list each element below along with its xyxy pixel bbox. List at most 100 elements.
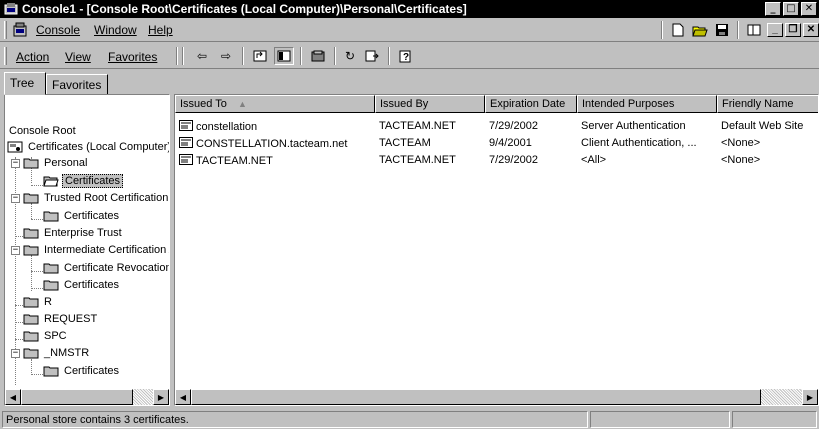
column-issued-by[interactable]: Issued By bbox=[375, 95, 485, 113]
mdi-minimize-button[interactable]: _ bbox=[767, 23, 783, 37]
scroll-left-icon[interactable]: ◀ bbox=[175, 389, 191, 405]
tree-item-r[interactable]: R bbox=[23, 294, 54, 310]
certificate-list-pane[interactable]: Issued To ▲ Issued By Expiration Date In… bbox=[174, 94, 819, 406]
status-bar: Personal store contains 3 certificates. bbox=[0, 409, 819, 429]
menu-favorites-label: Favorites bbox=[108, 50, 158, 64]
open-folder-icon[interactable] bbox=[689, 20, 711, 40]
scroll-right-icon[interactable]: ▶ bbox=[153, 389, 169, 405]
column-label: Issued To bbox=[180, 98, 227, 110]
back-icon[interactable]: ⇦ bbox=[192, 47, 212, 65]
title-bar: Console1 - [Console Root\Certificates (L… bbox=[0, 0, 819, 18]
expiration-cell: 7/29/2002 bbox=[489, 154, 538, 166]
column-issued-to[interactable]: Issued To ▲ bbox=[175, 95, 375, 113]
tree-line bbox=[31, 359, 32, 373]
tree-item-intermediate[interactable]: Intermediate Certification Authorities bbox=[23, 242, 169, 258]
tab-tree-label: Tree bbox=[10, 76, 35, 90]
menu-action[interactable]: Action bbox=[16, 50, 49, 64]
separator bbox=[182, 47, 184, 65]
folder-icon bbox=[23, 314, 39, 325]
tree-item-spc[interactable]: SPC bbox=[23, 328, 69, 344]
column-label: Intended Purposes bbox=[582, 98, 675, 110]
tab-tree[interactable]: Tree bbox=[4, 72, 46, 95]
scroll-right-icon[interactable]: ▶ bbox=[802, 389, 818, 405]
tree-item-label: Certificates bbox=[62, 174, 124, 188]
tree-item-personal-certificates[interactable]: Certificates bbox=[43, 173, 124, 189]
tree-item-request[interactable]: REQUEST bbox=[23, 311, 99, 327]
save-icon[interactable] bbox=[711, 20, 733, 40]
tree-item-label: Intermediate Certification Authorities bbox=[44, 244, 169, 256]
properties-icon[interactable] bbox=[743, 20, 765, 40]
mdi-close-button[interactable]: ✕ bbox=[803, 23, 819, 37]
up-one-level-icon[interactable] bbox=[250, 47, 270, 65]
tree-item-trusted-root-certificates[interactable]: Certificates bbox=[43, 208, 121, 224]
certificate-snapin-icon bbox=[7, 141, 23, 153]
new-document-icon[interactable] bbox=[667, 20, 689, 40]
separator bbox=[661, 21, 663, 39]
tree-item-nmstr-certificates[interactable]: Certificates bbox=[43, 363, 121, 379]
tree-item-trusted-root[interactable]: Trusted Root Certification Authorities bbox=[23, 190, 169, 206]
tree-pane[interactable]: Console Root Certificates (Local Compute… bbox=[4, 94, 170, 406]
collapse-personal-icon[interactable]: − bbox=[11, 159, 20, 168]
tree-item-label: Trusted Root Certification Authorities bbox=[44, 192, 169, 204]
tab-favorites[interactable]: Favorites bbox=[46, 74, 108, 95]
refresh-icon[interactable]: ↻ bbox=[340, 47, 360, 65]
open-folder-icon bbox=[43, 176, 59, 187]
tree-item-enterprise-trust[interactable]: Enterprise Trust bbox=[23, 225, 124, 241]
table-row[interactable]: CONSTELLATION.tacteam.net TACTEAM 9/4/20… bbox=[175, 136, 818, 152]
tree-horizontal-scrollbar[interactable]: ◀ ▶ bbox=[5, 389, 169, 405]
close-button[interactable]: ✕ bbox=[801, 2, 817, 16]
scroll-thumb[interactable] bbox=[21, 389, 133, 405]
folder-icon bbox=[23, 228, 39, 239]
folder-icon bbox=[43, 263, 59, 274]
status-text-panel: Personal store contains 3 certificates. bbox=[2, 411, 588, 428]
forward-icon[interactable]: ⇨ bbox=[216, 47, 236, 65]
minimize-button[interactable]: _ bbox=[765, 2, 781, 16]
scroll-thumb[interactable] bbox=[191, 389, 761, 405]
collapse-intermediate-icon[interactable]: − bbox=[11, 246, 20, 255]
menu-console[interactable]: Console bbox=[36, 23, 80, 37]
table-row[interactable]: TACTEAM.NET TACTEAM.NET 7/29/2002 <All> … bbox=[175, 153, 818, 169]
menubar-grip[interactable] bbox=[4, 21, 7, 39]
tree-item-label: Certificates bbox=[64, 365, 120, 377]
export-list-icon[interactable] bbox=[362, 47, 382, 65]
menu-view[interactable]: View bbox=[65, 50, 91, 64]
column-label: Expiration Date bbox=[490, 98, 566, 110]
folder-icon bbox=[23, 348, 39, 359]
column-friendly-name[interactable]: Friendly Name bbox=[717, 95, 818, 113]
menu-window[interactable]: Window bbox=[94, 23, 137, 37]
menu-favorites[interactable]: Favorites bbox=[108, 50, 157, 64]
mdi-restore-button[interactable]: ❐ bbox=[785, 23, 801, 37]
tree-line bbox=[31, 271, 43, 272]
column-intended-purposes[interactable]: Intended Purposes bbox=[577, 95, 717, 113]
sort-ascending-icon: ▲ bbox=[237, 99, 247, 109]
status-panel-3 bbox=[732, 411, 817, 428]
list-horizontal-scrollbar[interactable]: ◀ ▶ bbox=[175, 389, 818, 405]
help-glyph: ? bbox=[403, 52, 409, 63]
column-expiration-date[interactable]: Expiration Date bbox=[485, 95, 577, 113]
collapse-nmstr-icon[interactable]: − bbox=[11, 349, 20, 358]
expiration-cell: 9/4/2001 bbox=[489, 137, 532, 149]
scroll-left-icon[interactable]: ◀ bbox=[5, 389, 21, 405]
tree-item-personal[interactable]: Personal bbox=[23, 155, 89, 171]
tree-item-intermediate-certificates[interactable]: Certificates bbox=[43, 277, 121, 293]
tree-item-certificate-revocation[interactable]: Certificate Revocation List bbox=[43, 260, 169, 276]
folder-icon bbox=[23, 193, 39, 204]
show-hide-tree-icon[interactable] bbox=[274, 47, 294, 65]
menu-action-label: Action bbox=[16, 50, 50, 64]
tree-item-nmstr[interactable]: _NMSTR bbox=[23, 345, 91, 361]
tree-line bbox=[31, 185, 43, 186]
toolbar-grip[interactable] bbox=[4, 47, 7, 65]
mmc-app-icon bbox=[4, 3, 18, 15]
delete-icon[interactable] bbox=[308, 47, 328, 65]
certificate-icon bbox=[179, 120, 193, 131]
tree-item-console-root[interactable]: Console Root bbox=[7, 123, 78, 139]
certificate-icon bbox=[179, 154, 193, 165]
menu-help[interactable]: Help bbox=[148, 23, 173, 37]
tree-item-certificates-local[interactable]: Certificates (Local Computer) bbox=[7, 139, 169, 155]
help-icon[interactable]: ? bbox=[396, 47, 416, 65]
separator bbox=[388, 47, 390, 65]
table-row[interactable]: constellation TACTEAM.NET 7/29/2002 Serv… bbox=[175, 119, 818, 135]
collapse-trusted-root-icon[interactable]: − bbox=[11, 194, 20, 203]
maximize-button[interactable]: □ bbox=[783, 2, 799, 16]
console-icon[interactable] bbox=[12, 22, 28, 38]
